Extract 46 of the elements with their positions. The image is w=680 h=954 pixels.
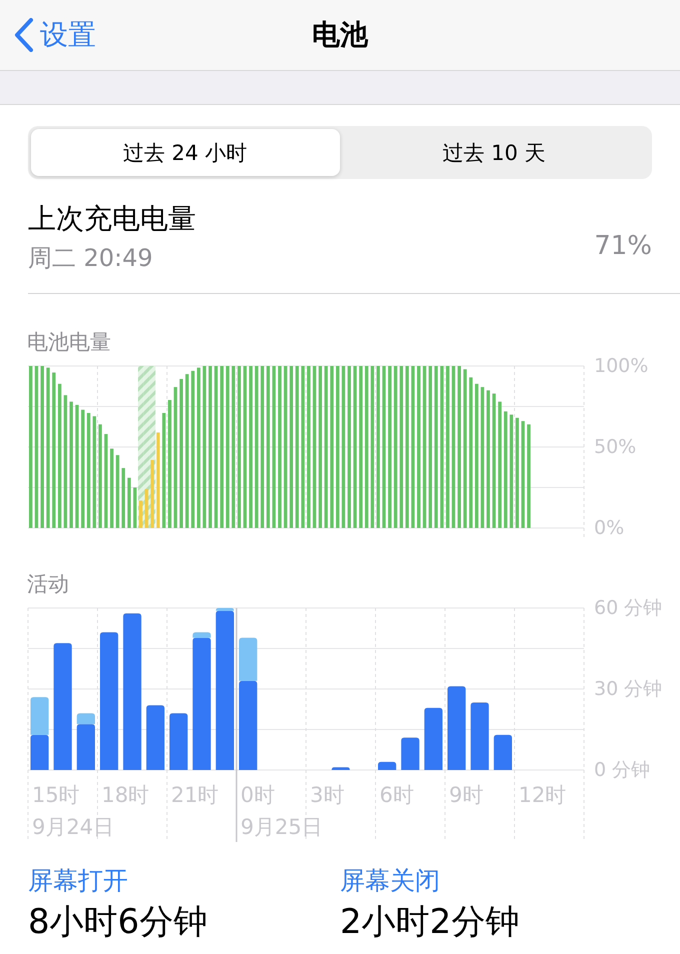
activity-bar <box>494 734 512 770</box>
battery-bar <box>150 460 154 528</box>
axis-label: 3时 <box>310 783 344 807</box>
axis-label: 21时 <box>171 783 219 807</box>
activity-bar <box>378 762 396 770</box>
segment-tab[interactable]: 过去 24 小时 <box>31 129 340 176</box>
usage-duration: 2小时2分钟 <box>340 901 520 944</box>
activity-bar <box>170 713 188 770</box>
usage-label: 屏幕关闭 <box>340 865 441 897</box>
activity-bar <box>424 708 442 770</box>
last-charge-time: 周二 20:49 <box>28 243 154 274</box>
axis-label: 60 分钟 <box>594 596 662 620</box>
activity-bar <box>401 738 420 770</box>
activity-bar <box>470 702 489 770</box>
battery-bar <box>122 468 126 528</box>
page-title: 电池 <box>312 17 368 53</box>
back-chevron-icon <box>14 18 34 52</box>
axis-label: 0 分钟 <box>594 758 650 782</box>
axis-label: 0% <box>594 516 624 540</box>
chart-heading: 电池电量 <box>27 329 112 356</box>
date-label: 9月24日 <box>32 815 114 839</box>
battery-bar <box>144 489 148 528</box>
battery-bar <box>139 500 142 528</box>
usage-label: 屏幕打开 <box>28 865 129 897</box>
battery-bar <box>127 478 131 528</box>
axis-label: 50% <box>594 435 636 459</box>
date-label: 9月25日 <box>240 815 323 839</box>
last-charge-label: 上次充电电量 <box>28 201 197 237</box>
axis-label: 100% <box>594 354 648 378</box>
axis-label: 9时 <box>449 783 484 807</box>
back-button[interactable]: 设置 <box>14 16 96 54</box>
usage-duration: 8小时6分钟 <box>28 901 208 944</box>
axis-label: 18时 <box>102 783 150 807</box>
activity-bar <box>30 697 49 735</box>
activity-bar <box>332 767 350 770</box>
axis-label: 6时 <box>380 783 414 807</box>
activity-bar <box>30 734 49 770</box>
battery-bar <box>133 488 137 528</box>
segment-tab[interactable]: 过去 10 天 <box>340 129 649 176</box>
axis-label: 0时 <box>240 783 275 807</box>
axis-label: 12时 <box>518 783 566 807</box>
chart-heading: 活动 <box>27 571 70 598</box>
activity-bar <box>146 705 164 770</box>
axis-label: 15时 <box>32 783 80 807</box>
axis-label: 30 分钟 <box>594 677 662 701</box>
charge-level-value: 71% <box>594 231 652 261</box>
